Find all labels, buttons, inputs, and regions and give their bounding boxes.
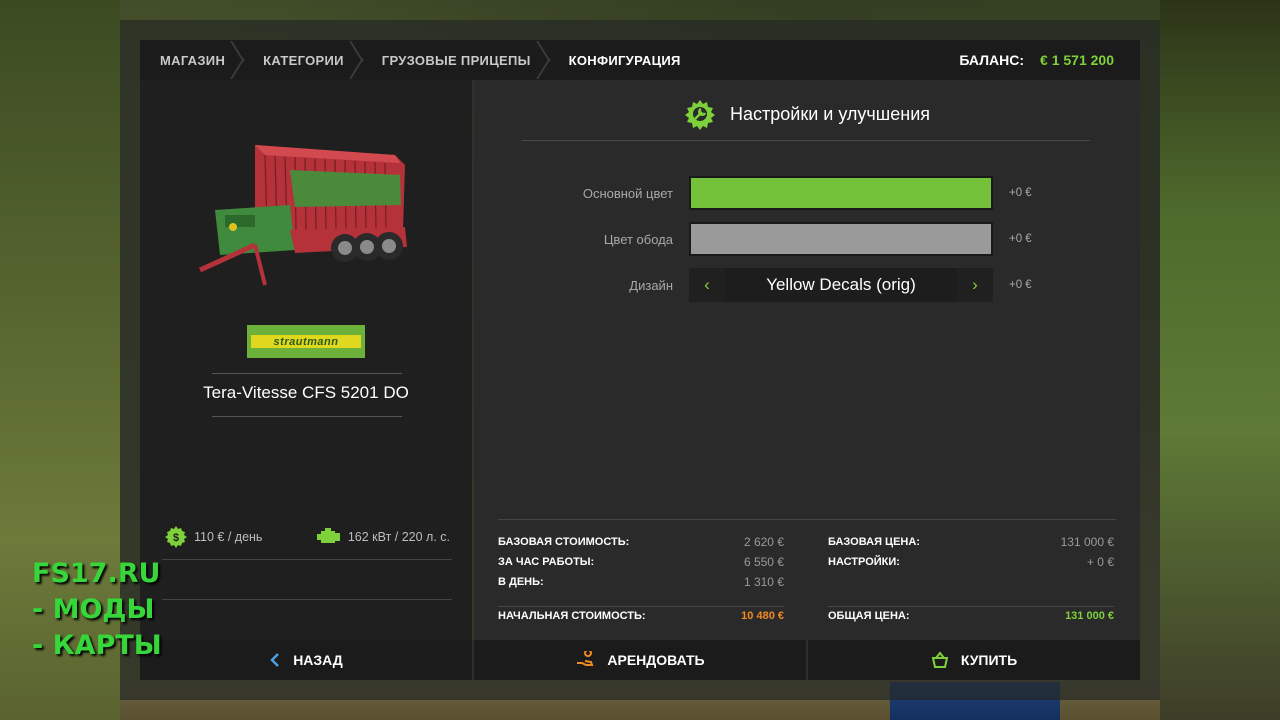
balance-display: БАЛАНС: € 1 571 200 <box>959 52 1114 68</box>
watermark-line: FS17.RU <box>32 558 161 589</box>
divider <box>522 140 1090 141</box>
breadcrumb-separator <box>358 40 380 80</box>
option-label: Основной цвет <box>582 185 673 201</box>
settings-header: Настройки и улучшения <box>474 98 1140 130</box>
back-label: НАЗАД <box>293 652 343 668</box>
cost-key: БАЗОВАЯ ЦЕНА: <box>828 536 920 548</box>
breadcrumb-label: ГРУЗОВЫЕ ПРИЦЕПЫ <box>381 52 531 68</box>
brand-logo-text: strautmann <box>251 335 361 348</box>
chevron-left-icon: ‹ <box>704 275 710 294</box>
svg-text:$: $ <box>173 532 179 544</box>
breadcrumb-label: КАТЕГОРИИ <box>263 52 344 68</box>
lease-hand-icon <box>577 651 594 666</box>
breadcrumb-separator <box>239 40 261 80</box>
divider <box>498 606 784 607</box>
cost-line: В ДЕНЬ: 1 310 € <box>498 572 784 592</box>
power-stat: 162 кВт / 220 л. с. <box>316 525 450 549</box>
balance-value: € 1 571 200 <box>1040 52 1114 68</box>
cost-key: ЗА ЧАС РАБОТЫ: <box>498 556 595 568</box>
purchase-costs: БАЗОВАЯ ЦЕНА: 131 000 € НАСТРОЙКИ: + 0 € <box>828 532 1114 572</box>
breadcrumb-separator <box>545 40 567 80</box>
watermark: FS17.RU - МОДЫ - КАРТЫ <box>32 556 162 664</box>
option-price: +0 € <box>1009 187 1032 199</box>
rim-color-swatch[interactable] <box>689 222 993 256</box>
balance-label: БАЛАНС: <box>959 52 1025 68</box>
design-value: Yellow Decals (orig) <box>766 275 916 294</box>
lease-costs: БАЗОВАЯ СТОИМОСТЬ: 2 620 € ЗА ЧАС РАБОТЫ… <box>498 532 784 592</box>
option-label: Цвет обода <box>603 231 673 247</box>
cost-value: 6 550 € <box>743 555 784 569</box>
option-label: Дизайн <box>629 277 673 293</box>
divider <box>212 373 402 374</box>
wrench-gear-icon <box>685 100 715 130</box>
option-price: +0 € <box>1009 279 1032 291</box>
total-key: ОБЩАЯ ЦЕНА: <box>828 610 910 622</box>
power-value: 162 кВт / 220 л. с. <box>347 530 450 544</box>
option-price: +0 € <box>1009 233 1032 245</box>
watermark-line: - МОДЫ <box>32 594 155 625</box>
cost-value: 2 620 € <box>743 535 784 549</box>
chevron-left-icon <box>270 653 280 667</box>
brand-logo: strautmann <box>247 325 365 358</box>
breadcrumb-bar: МАГАЗИН КАТЕГОРИИ ГРУЗОВЫЕ ПРИЦЕПЫ КОНФИ… <box>140 40 1140 80</box>
buy-button[interactable]: КУПИТЬ <box>806 640 1140 680</box>
breadcrumb-categories[interactable]: КАТЕГОРИИ <box>261 40 380 80</box>
divider <box>162 559 452 560</box>
cost-line: БАЗОВАЯ ЦЕНА: 131 000 € <box>828 532 1114 552</box>
initial-cost-total: НАЧАЛЬНАЯ СТОИМОСТЬ: 10 480 € <box>498 610 784 622</box>
vehicle-name: Tera-Vitesse CFS 5201 DO <box>203 383 409 402</box>
total-value: 10 480 € <box>741 610 784 622</box>
divider <box>212 416 402 417</box>
buy-label: КУПИТЬ <box>960 652 1018 668</box>
breadcrumb-trailers[interactable]: ГРУЗОВЫЕ ПРИЦЕПЫ <box>380 40 567 80</box>
engine-icon <box>316 528 340 543</box>
daily-cost-stat: $ 110 € / день <box>164 525 262 549</box>
design-prev-button[interactable]: ‹ <box>689 268 725 302</box>
vehicle-image <box>198 145 407 286</box>
divider <box>162 599 452 600</box>
divider <box>828 606 1114 607</box>
option-rim-color: Цвет обода +0 € <box>474 222 1140 256</box>
option-design: Дизайн ‹ Yellow Decals (orig) › +0 € <box>474 268 1140 302</box>
watermark-line: - КАРТЫ <box>32 630 162 661</box>
cost-key: НАСТРОЙКИ: <box>828 556 900 568</box>
design-next-button[interactable]: › <box>957 268 993 302</box>
back-button[interactable]: НАЗАД <box>140 640 472 680</box>
vehicle-panel: strautmann Tera-Vitesse CFS 5201 DO $ 11… <box>140 80 472 640</box>
breadcrumb-label: МАГАЗИН <box>160 52 226 68</box>
basket-icon <box>931 651 949 668</box>
cost-value: 1 310 € <box>743 575 784 589</box>
breadcrumb-label: КОНФИГУРАЦИЯ <box>568 52 681 68</box>
cost-line: НАСТРОЙКИ: + 0 € <box>828 552 1114 572</box>
total-value: 131 000 € <box>1065 610 1114 622</box>
base-color-swatch[interactable] <box>689 176 993 210</box>
option-base-color: Основной цвет +0 € <box>474 176 1140 210</box>
grand-total: ОБЩАЯ ЦЕНА: 131 000 € <box>828 610 1114 622</box>
design-selector: ‹ Yellow Decals (orig) › <box>689 268 993 302</box>
total-key: НАЧАЛЬНАЯ СТОИМОСТЬ: <box>498 610 646 622</box>
settings-title: Настройки и улучшения <box>730 103 930 124</box>
cost-key: БАЗОВАЯ СТОИМОСТЬ: <box>498 536 630 548</box>
breadcrumb-configuration: КОНФИГУРАЦИЯ <box>567 40 681 80</box>
cost-line: БАЗОВАЯ СТОИМОСТЬ: 2 620 € <box>498 532 784 552</box>
background-field-right <box>1160 0 1280 720</box>
breadcrumb-shop[interactable]: МАГАЗИН <box>140 40 261 80</box>
cost-line: ЗА ЧАС РАБОТЫ: 6 550 € <box>498 552 784 572</box>
configuration-panel: Настройки и улучшения Основной цвет +0 €… <box>474 80 1140 640</box>
divider <box>498 519 1116 520</box>
lease-label: АРЕНДОВАТЬ <box>607 652 705 668</box>
cost-value: + 0 € <box>1086 555 1114 569</box>
daily-cost-value: 110 € / день <box>194 530 263 544</box>
cost-value: 131 000 € <box>1060 535 1114 549</box>
action-bar: НАЗАД АРЕНДОВАТЬ КУПИТЬ <box>140 640 1140 680</box>
vehicle-stats: $ 110 € / день 162 кВт / 220 л. с. <box>140 525 472 549</box>
cost-key: В ДЕНЬ: <box>498 576 544 588</box>
lease-button[interactable]: АРЕНДОВАТЬ <box>472 640 806 680</box>
dollar-gear-icon: $ <box>165 526 187 548</box>
chevron-right-icon: › <box>972 275 978 294</box>
